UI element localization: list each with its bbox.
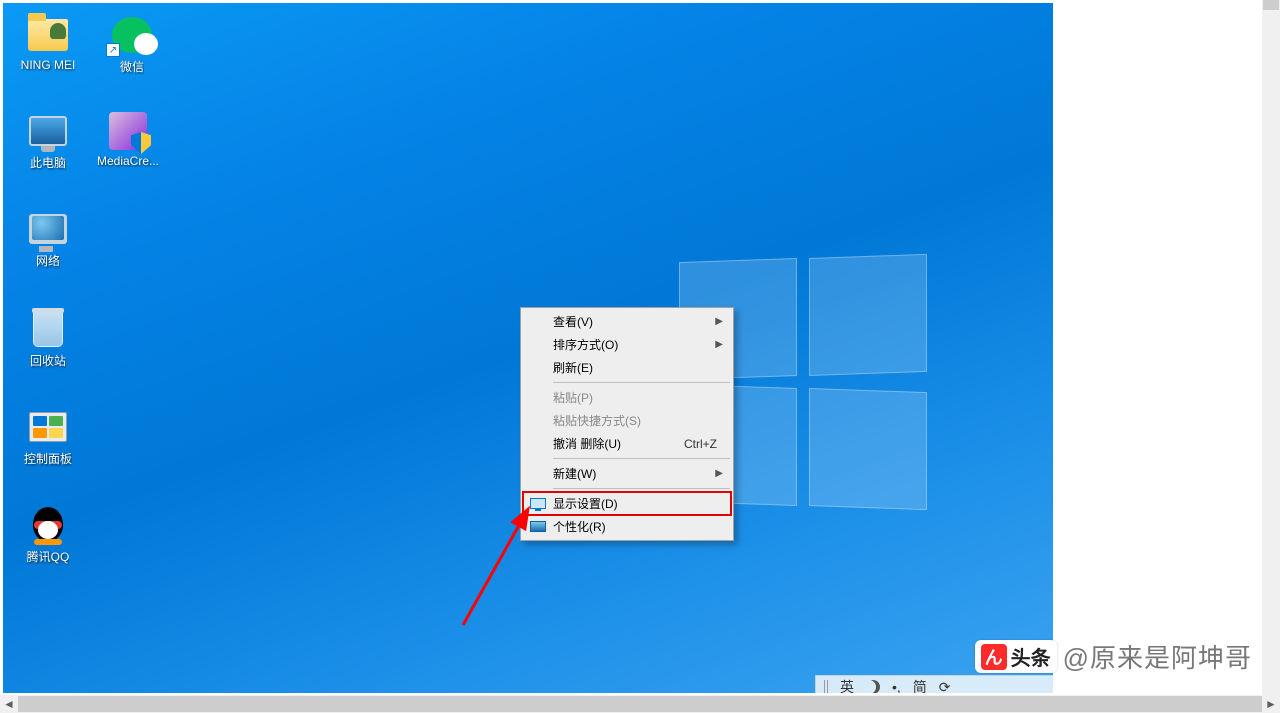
menu-label: 刷新(E) xyxy=(553,359,593,376)
scroll-left-icon[interactable]: ◄ xyxy=(0,695,18,713)
submenu-arrow-icon: ▶ xyxy=(715,339,723,350)
network-icon xyxy=(29,214,67,244)
blank-area xyxy=(1053,3,1260,693)
menu-label: 粘贴快捷方式(S) xyxy=(553,412,641,429)
menu-label: 粘贴(P) xyxy=(553,389,593,406)
scrollbar-thumb[interactable] xyxy=(1263,0,1279,10)
scroll-right-icon[interactable]: ► xyxy=(1262,695,1280,713)
qq-icon xyxy=(31,505,65,545)
icon-label: 网络 xyxy=(36,252,60,269)
icon-label: 此电脑 xyxy=(30,154,66,171)
toutiao-badge: ん 头条 xyxy=(975,640,1057,673)
desktop-icon-network[interactable]: 网络 xyxy=(11,205,85,271)
ime-extra[interactable]: ⟳ xyxy=(939,679,951,694)
menu-new[interactable]: 新建(W) ▶ xyxy=(523,462,731,485)
scrollbar-track[interactable] xyxy=(18,695,1262,713)
desktop-icon-wechat[interactable]: ↗ 微信 xyxy=(95,11,169,77)
submenu-arrow-icon: ▶ xyxy=(715,316,723,327)
menu-label: 显示设置(D) xyxy=(553,495,618,512)
menu-label: 个性化(R) xyxy=(553,518,606,535)
icon-label: MediaCre... xyxy=(97,154,159,168)
ime-punct[interactable]: •, xyxy=(892,679,901,693)
moon-icon[interactable] xyxy=(866,680,880,693)
scrollbar-horizontal[interactable]: ◄ ► xyxy=(0,695,1280,713)
toutiao-text: 头条 xyxy=(1011,642,1051,671)
menu-sort[interactable]: 排序方式(O) ▶ xyxy=(523,333,731,356)
desktop-wallpaper[interactable]: NING MEI ↗ 微信 此电脑 MediaCre... 网络 回收站 xyxy=(3,3,1053,693)
menu-display-settings[interactable]: 显示设置(D) xyxy=(523,492,731,515)
ime-grip-icon[interactable] xyxy=(824,680,828,693)
menu-personalize[interactable]: 个性化(R) xyxy=(523,515,731,538)
watermark: ん 头条 @原来是阿坤哥 xyxy=(969,634,1258,679)
computer-icon xyxy=(29,116,67,146)
recyclebin-icon xyxy=(33,311,63,347)
desktop-icon-ningmei[interactable]: NING MEI xyxy=(11,11,85,74)
menu-separator xyxy=(553,488,730,489)
submenu-arrow-icon: ▶ xyxy=(715,468,723,479)
desktop-icon-controlpanel[interactable]: 控制面板 xyxy=(11,403,85,469)
folder-icon xyxy=(28,19,68,51)
desktop-context-menu: 查看(V) ▶ 排序方式(O) ▶ 刷新(E) 粘贴(P) 粘贴快捷方式(S) … xyxy=(520,307,734,541)
mediacreation-icon xyxy=(109,112,147,150)
icon-label: 回收站 xyxy=(30,352,66,369)
icon-label: 腾讯QQ xyxy=(27,548,70,565)
menu-separator xyxy=(553,382,730,383)
ime-lang2[interactable]: 简 xyxy=(913,677,927,693)
icon-label: 控制面板 xyxy=(24,450,72,467)
menu-paste-shortcut: 粘贴快捷方式(S) xyxy=(523,409,731,432)
desktop-icon-recyclebin[interactable]: 回收站 xyxy=(11,305,85,371)
desktop-icon-thispc[interactable]: 此电脑 xyxy=(11,107,85,173)
watermark-author: @原来是阿坤哥 xyxy=(1063,638,1252,675)
toutiao-icon: ん xyxy=(981,644,1007,670)
menu-refresh[interactable]: 刷新(E) xyxy=(523,356,731,379)
menu-shortcut: Ctrl+Z xyxy=(684,437,717,451)
icon-label: NING MEI xyxy=(21,58,76,72)
ime-lang[interactable]: 英 xyxy=(840,677,854,693)
desktop-icon-mediacreation[interactable]: MediaCre... xyxy=(91,107,165,170)
display-icon xyxy=(529,497,547,511)
scrollbar-vertical[interactable] xyxy=(1262,0,1280,695)
menu-paste: 粘贴(P) xyxy=(523,386,731,409)
controlpanel-icon xyxy=(29,412,67,442)
scrollbar-thumb[interactable] xyxy=(18,696,1262,712)
menu-undo-delete[interactable]: 撤消 删除(U) Ctrl+Z xyxy=(523,432,731,455)
menu-label: 排序方式(O) xyxy=(553,336,618,353)
icon-label: 微信 xyxy=(120,58,144,75)
menu-label: 撤消 删除(U) xyxy=(553,435,621,452)
menu-view[interactable]: 查看(V) ▶ xyxy=(523,310,731,333)
desktop-icon-qq[interactable]: 腾讯QQ xyxy=(11,501,85,567)
menu-separator xyxy=(553,458,730,459)
menu-label: 新建(W) xyxy=(553,465,596,482)
menu-label: 查看(V) xyxy=(553,313,593,330)
wechat-icon: ↗ xyxy=(112,17,152,53)
personalize-icon xyxy=(529,520,547,534)
